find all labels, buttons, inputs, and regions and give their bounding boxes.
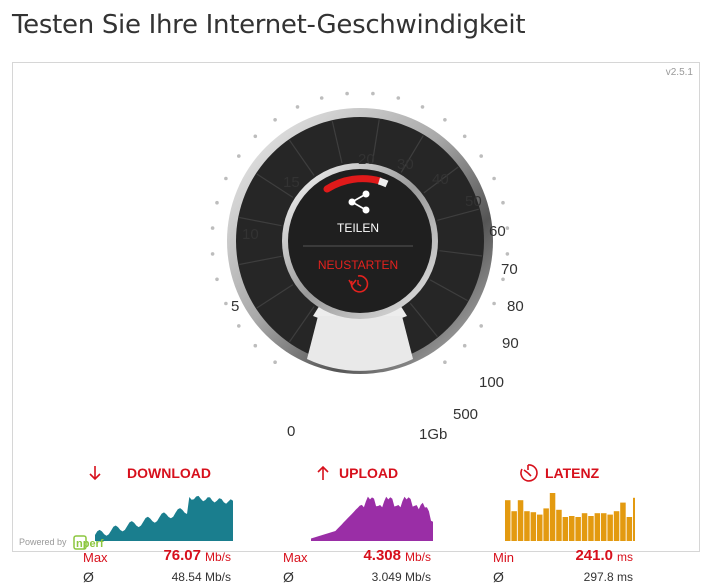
- latency-avg-value: 297.8 ms: [583, 570, 633, 584]
- gauge-tick: [210, 252, 215, 256]
- gauge-tick: [295, 105, 300, 109]
- upload-max-label: Max: [283, 550, 308, 565]
- gauge-label: 90: [502, 335, 519, 352]
- gauge-tick: [273, 360, 277, 365]
- gauge-tick: [501, 200, 505, 205]
- download-label: DOWNLOAD: [127, 465, 211, 481]
- gauge-tick: [462, 134, 467, 139]
- gauge-label: 100: [479, 374, 504, 391]
- gauge-tick: [237, 324, 241, 328]
- download-max-unit: Mb/s: [205, 550, 232, 564]
- latency-bar: [594, 513, 601, 541]
- upload-label: UPLOAD: [339, 465, 399, 481]
- gauge-tick: [420, 105, 425, 109]
- latency-bar: [549, 493, 556, 541]
- gauge-label: 10: [242, 226, 259, 243]
- latency-bar: [601, 513, 607, 541]
- latency-bar: [556, 509, 562, 541]
- gauge-label: 70: [501, 261, 518, 278]
- gauge-tick: [443, 360, 447, 365]
- gauge-tick: [396, 96, 401, 100]
- gauge-label: 60: [489, 223, 506, 240]
- gauge-label: 50: [465, 193, 482, 210]
- share-button[interactable]: TEILEN: [337, 221, 379, 235]
- restart-button[interactable]: NEUSTARTEN: [318, 258, 398, 272]
- gauge-tick: [215, 277, 219, 282]
- speed-gauge: TEILEN NEUSTARTEN 0 5 10 15 20 30 40 50 60 70 80 90…: [210, 91, 524, 443]
- upload-graph: [311, 496, 433, 541]
- upload-max-unit: Mb/s: [405, 550, 432, 564]
- powered-by-label: Powered by: [19, 537, 67, 547]
- download-avg-value: 48.54 Mb/s: [171, 570, 231, 584]
- latency-bar: [505, 500, 511, 541]
- gauge-tick: [215, 200, 219, 205]
- gauge-label: 80: [507, 298, 524, 315]
- svg-text:nperf: nperf: [76, 538, 104, 550]
- latency-bar: [543, 508, 549, 541]
- latency-min-value: 241.0: [575, 547, 613, 564]
- latency-bar: [569, 516, 575, 541]
- gauge-label: 500: [453, 406, 478, 423]
- latency-bar: [517, 500, 524, 541]
- gauge-tick: [462, 343, 467, 348]
- gauge-tick: [492, 176, 496, 181]
- latency-bar: [613, 511, 620, 541]
- page-title: Testen Sie Ihre Internet-Geschwindigkeit: [12, 10, 526, 40]
- latency-bar: [588, 516, 594, 541]
- latency-min-unit: ms: [617, 550, 633, 564]
- latency-bar: [530, 512, 537, 541]
- upload-arrow-icon: [317, 465, 329, 480]
- latency-avg-icon: Ø: [493, 569, 504, 585]
- latency-bar: [562, 517, 569, 541]
- latency-min-label: Min: [493, 550, 514, 565]
- upload-avg-value: 3.049 Mb/s: [371, 570, 431, 584]
- gauge-label: 5: [231, 298, 239, 315]
- gauge-label: 0: [287, 423, 295, 440]
- latency-label: LATENZ: [545, 465, 600, 481]
- latency-bar: [511, 511, 517, 541]
- speedtest-widget: v2.5.1 TEILEN NEUSTARTEN 0 5 10 15 20 30…: [12, 62, 700, 585]
- gauge-label: 30: [397, 156, 414, 173]
- gauge-tick: [253, 134, 258, 139]
- latency-bar: [620, 502, 626, 541]
- upload-avg-icon: Ø: [283, 569, 294, 585]
- timer-icon: [520, 464, 538, 482]
- gauge-tick: [253, 343, 258, 348]
- latency-bar: [607, 514, 613, 541]
- download-max-value: 76.07: [163, 547, 201, 564]
- gauge-label: 1Gb: [419, 426, 447, 443]
- gauge-label: 40: [432, 171, 449, 188]
- gauge-tick: [492, 301, 496, 306]
- latency-bar: [537, 514, 543, 541]
- gauge-tick: [479, 324, 484, 328]
- download-avg-icon: Ø: [83, 569, 94, 585]
- gauge-tick: [224, 301, 228, 306]
- gauge-tick: [237, 154, 241, 158]
- download-arrow-icon: [89, 466, 101, 481]
- gauge-tick: [345, 91, 349, 96]
- latency-bar: [524, 511, 530, 541]
- gauge-tick: [505, 226, 510, 230]
- gauge-tick: [224, 176, 228, 181]
- gauge-tick: [443, 118, 447, 122]
- download-graph: [95, 495, 233, 541]
- latency-bar: [626, 517, 633, 541]
- nperf-logo[interactable]: nperf: [73, 535, 133, 551]
- gauge-tick: [371, 91, 375, 96]
- gauge-label: 20: [358, 151, 375, 168]
- gauge-tick: [479, 154, 484, 158]
- gauge-tick: [505, 252, 510, 256]
- gauge-tick: [319, 96, 324, 100]
- download-max-label: Max: [83, 550, 108, 565]
- gauge-tick: [210, 226, 215, 230]
- gauge-tick: [273, 118, 277, 122]
- gauge-label: 15: [283, 174, 300, 191]
- latency-graph: [505, 493, 635, 541]
- latency-bar: [633, 497, 635, 541]
- upload-max-value: 4.308: [363, 547, 401, 564]
- latency-bar: [581, 513, 588, 541]
- gauge-tick: [501, 277, 505, 282]
- latency-bar: [575, 517, 581, 541]
